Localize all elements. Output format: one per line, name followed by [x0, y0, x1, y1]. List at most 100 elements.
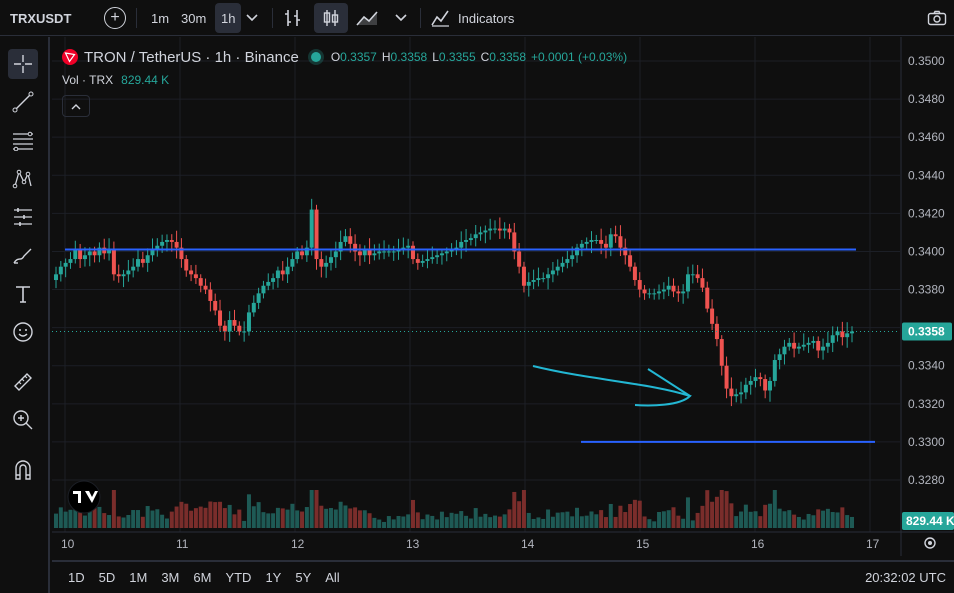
volume-bar — [483, 513, 488, 528]
volume-bar — [246, 494, 251, 528]
price-tick-label: 0.3380 — [908, 283, 945, 297]
range-all[interactable]: All — [325, 570, 339, 585]
volume-bar — [811, 515, 816, 528]
range-1y[interactable]: 1Y — [265, 570, 281, 585]
volume-bar — [102, 513, 107, 528]
volume-bar — [806, 513, 811, 528]
volume-bar — [729, 503, 734, 528]
brush-icon[interactable] — [8, 241, 38, 271]
volume-bar — [546, 509, 551, 528]
ruler-icon[interactable] — [8, 367, 38, 397]
candle-body — [493, 228, 498, 230]
area-style-icon[interactable] — [352, 3, 382, 33]
candle-body — [459, 241, 464, 248]
volume-bar — [796, 516, 801, 528]
range-5y[interactable]: 5Y — [295, 570, 311, 585]
candles-style-icon[interactable] — [314, 3, 348, 33]
open-value: 0.3357 — [340, 50, 377, 64]
bar-style-icon[interactable] — [278, 3, 308, 33]
chart-pane[interactable]: 0.3500 0.3480 0.3460 0.3440 0.3420 0.3400 0.33… — [52, 37, 954, 556]
candle-body — [565, 259, 570, 263]
interval-30m-button[interactable]: 30m — [181, 0, 206, 36]
volume-bar — [695, 512, 700, 528]
compare-add-button[interactable]: + — [104, 7, 126, 29]
volume-bar — [367, 513, 372, 528]
candle-body — [256, 293, 261, 303]
candle-body — [767, 380, 772, 391]
range-6m[interactable]: 6M — [193, 570, 211, 585]
volume-bar — [468, 518, 473, 528]
volume-bar — [174, 506, 179, 528]
utc-clock[interactable]: 20:32:02 UTC — [865, 570, 946, 585]
pattern-icon[interactable] — [8, 164, 38, 194]
candle-body — [502, 228, 507, 231]
chart-type-chevron-icon[interactable] — [386, 3, 416, 33]
collapse-legend-button[interactable] — [62, 95, 90, 117]
candle-body — [218, 310, 223, 326]
volume-bar — [145, 506, 150, 528]
volume-bar — [63, 511, 68, 528]
candle-body — [169, 240, 174, 242]
volume-bar — [599, 510, 604, 528]
volume-bar — [792, 514, 797, 528]
candle-body — [357, 251, 362, 256]
volume-bar — [719, 490, 724, 528]
range-1m[interactable]: 1M — [129, 570, 147, 585]
interval-1m-button[interactable]: 1m — [151, 0, 169, 36]
candle-body — [599, 240, 604, 244]
volume-bar — [637, 500, 642, 528]
candle-body — [821, 346, 826, 351]
zoom-in-icon[interactable] — [8, 405, 38, 435]
volume-bar — [391, 519, 396, 528]
candle-body — [758, 377, 763, 380]
candle-body — [198, 278, 203, 286]
candle-body — [536, 278, 541, 281]
close-value: 0.3358 — [489, 50, 526, 64]
indicators-button[interactable]: Indicators — [430, 0, 514, 36]
high-value: 0.3358 — [390, 50, 428, 64]
volume-bar — [782, 511, 787, 528]
fib-retracement-icon[interactable] — [8, 126, 38, 156]
volume-bar — [777, 508, 782, 528]
indicators-label: Indicators — [458, 10, 515, 26]
volume-bar — [739, 511, 744, 528]
emoji-icon[interactable] — [8, 317, 38, 347]
candle-body — [285, 266, 290, 275]
price-tick-label: 0.3500 — [908, 54, 945, 68]
candle-body — [145, 255, 150, 263]
candle-body — [222, 325, 227, 332]
candle-body — [671, 285, 676, 292]
volume-bar — [685, 497, 690, 528]
volume-bar — [681, 518, 686, 528]
magnet-icon[interactable] — [8, 455, 38, 485]
candle-body — [700, 278, 705, 288]
volume-bar — [753, 511, 758, 528]
candle-body — [58, 266, 63, 275]
text-tool-icon[interactable] — [8, 279, 38, 309]
volume-bar — [198, 506, 203, 528]
candle-body — [121, 274, 126, 277]
volume-bar — [150, 510, 155, 528]
range-1d[interactable]: 1D — [68, 570, 85, 585]
candle-body — [517, 251, 522, 267]
interval-dropdown-chevron-icon[interactable] — [237, 3, 267, 33]
forecasting-tools-icon[interactable] — [8, 202, 38, 232]
candlestick-chart[interactable]: 0.3500 0.3480 0.3460 0.3440 0.3420 0.3400 0.33… — [52, 37, 954, 556]
range-ytd[interactable]: YTD — [225, 570, 251, 585]
trend-line-icon[interactable] — [8, 87, 38, 117]
volume-bar — [690, 520, 695, 528]
candle-body — [415, 259, 420, 263]
candle-body — [777, 354, 782, 361]
candle-body — [546, 274, 551, 279]
volume-bar — [435, 519, 440, 528]
camera-icon[interactable] — [922, 3, 952, 33]
candle-body — [290, 259, 295, 267]
volume-bar — [661, 511, 666, 528]
range-5d[interactable]: 5D — [99, 570, 116, 585]
candle-body — [729, 388, 734, 397]
symbol-search[interactable]: TRXUSDT — [10, 0, 71, 36]
crosshair-icon[interactable] — [8, 49, 38, 79]
time-tick-label: 13 — [406, 537, 420, 551]
volume-bar — [613, 516, 618, 528]
range-3m[interactable]: 3M — [161, 570, 179, 585]
